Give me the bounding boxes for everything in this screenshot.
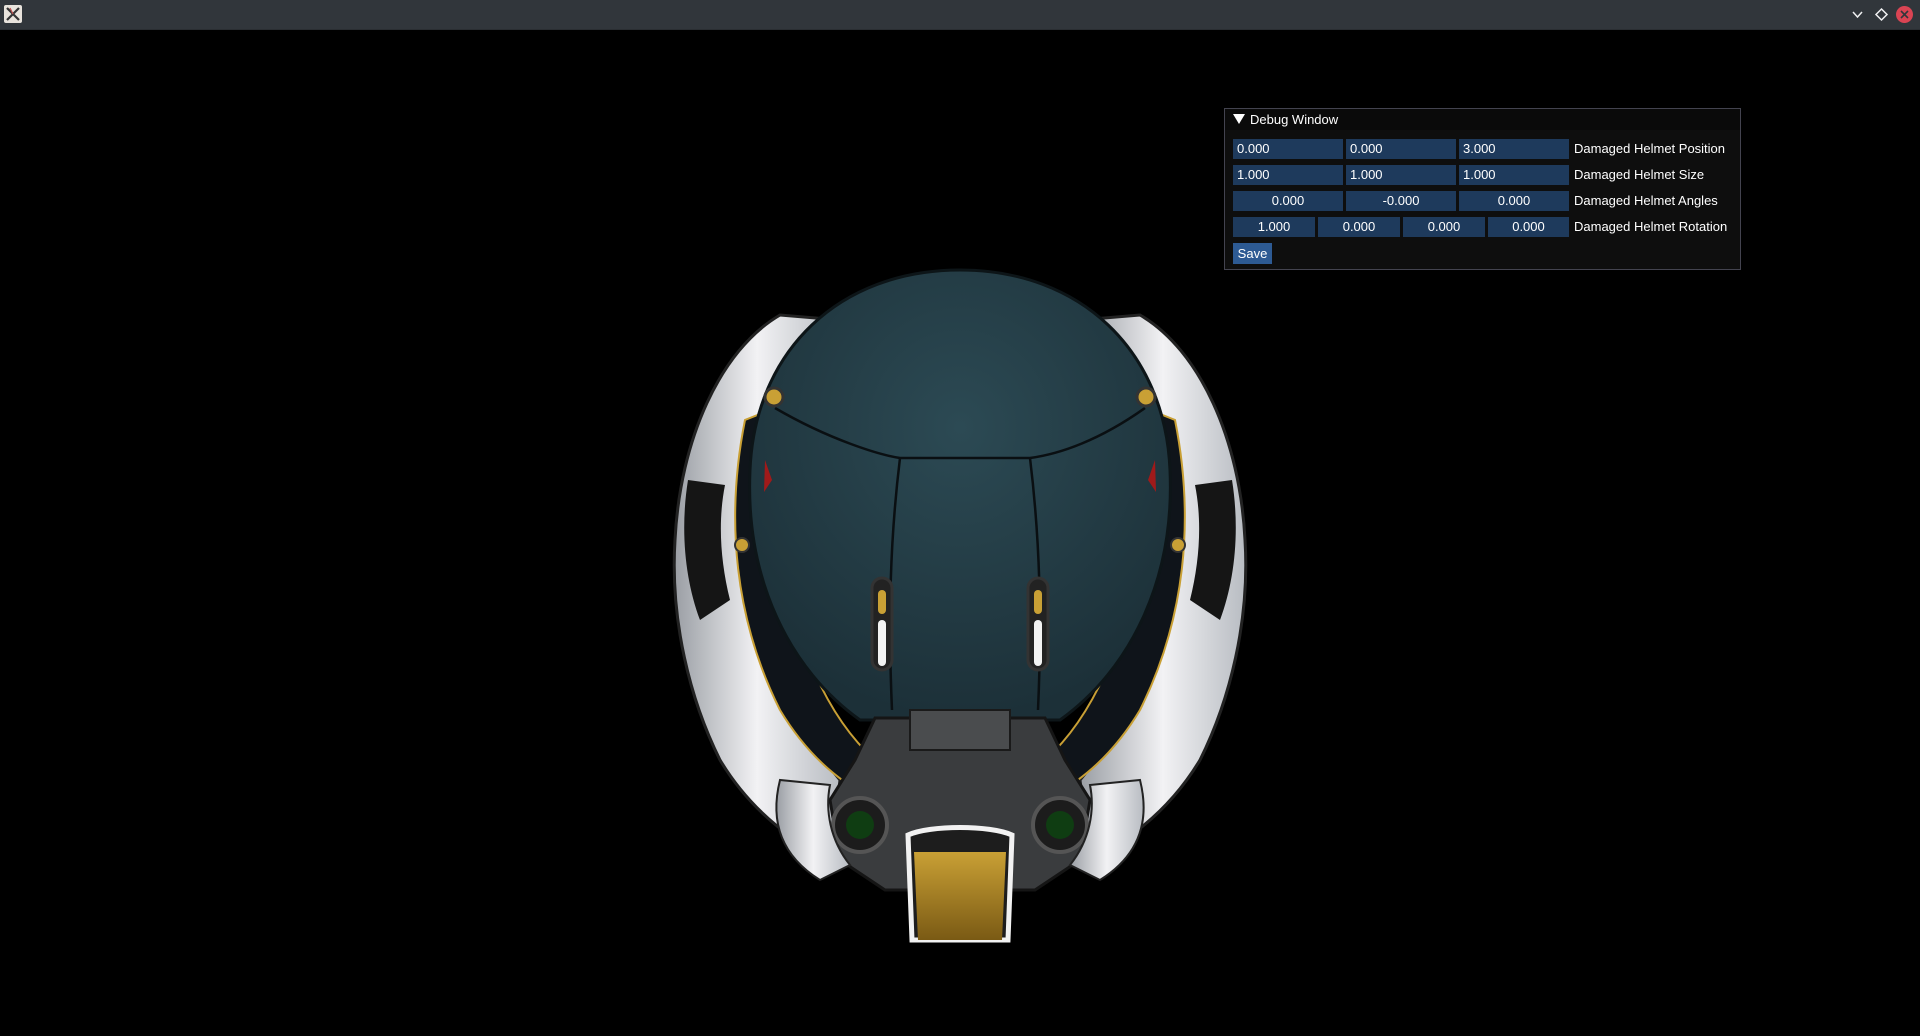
angles-z-field[interactable]: 0.000 — [1459, 191, 1569, 211]
position-label: Damaged Helmet Position — [1574, 141, 1726, 156]
damaged-helmet-model — [672, 268, 1248, 943]
angles-y-field[interactable]: -0.000 — [1346, 191, 1456, 211]
angles-x-field[interactable]: 0.000 — [1233, 191, 1343, 211]
save-button[interactable]: Save — [1233, 243, 1272, 264]
rotation-label: Damaged Helmet Rotation — [1574, 219, 1728, 234]
position-z-field[interactable]: 3.000 — [1459, 139, 1569, 159]
maximize-icon[interactable] — [1873, 6, 1890, 23]
size-x-field[interactable]: 1.000 — [1233, 165, 1343, 185]
size-label: Damaged Helmet Size — [1574, 167, 1705, 182]
debug-window-title: Debug Window — [1250, 112, 1339, 127]
angles-label: Damaged Helmet Angles — [1574, 193, 1718, 208]
size-y-field[interactable]: 1.000 — [1346, 165, 1456, 185]
debug-window[interactable]: Debug Window 0.000 0.000 3.000 Damaged H… — [1224, 108, 1741, 270]
rotation-y-field[interactable]: 0.000 — [1403, 217, 1485, 237]
debug-window-titlebar[interactable]: Debug Window — [1225, 109, 1740, 130]
collapse-triangle-icon[interactable] — [1233, 114, 1245, 124]
position-y-field[interactable]: 0.000 — [1346, 139, 1456, 159]
rotation-x-field[interactable]: 0.000 — [1318, 217, 1400, 237]
x-app-icon[interactable] — [4, 5, 22, 23]
rotation-z-field[interactable]: 0.000 — [1488, 217, 1569, 237]
rotation-w-field[interactable]: 1.000 — [1233, 217, 1315, 237]
window-titlebar — [0, 0, 1920, 30]
minimize-icon[interactable] — [1849, 6, 1866, 23]
size-z-field[interactable]: 1.000 — [1459, 165, 1569, 185]
close-icon[interactable] — [1896, 6, 1913, 23]
position-x-field[interactable]: 0.000 — [1233, 139, 1343, 159]
